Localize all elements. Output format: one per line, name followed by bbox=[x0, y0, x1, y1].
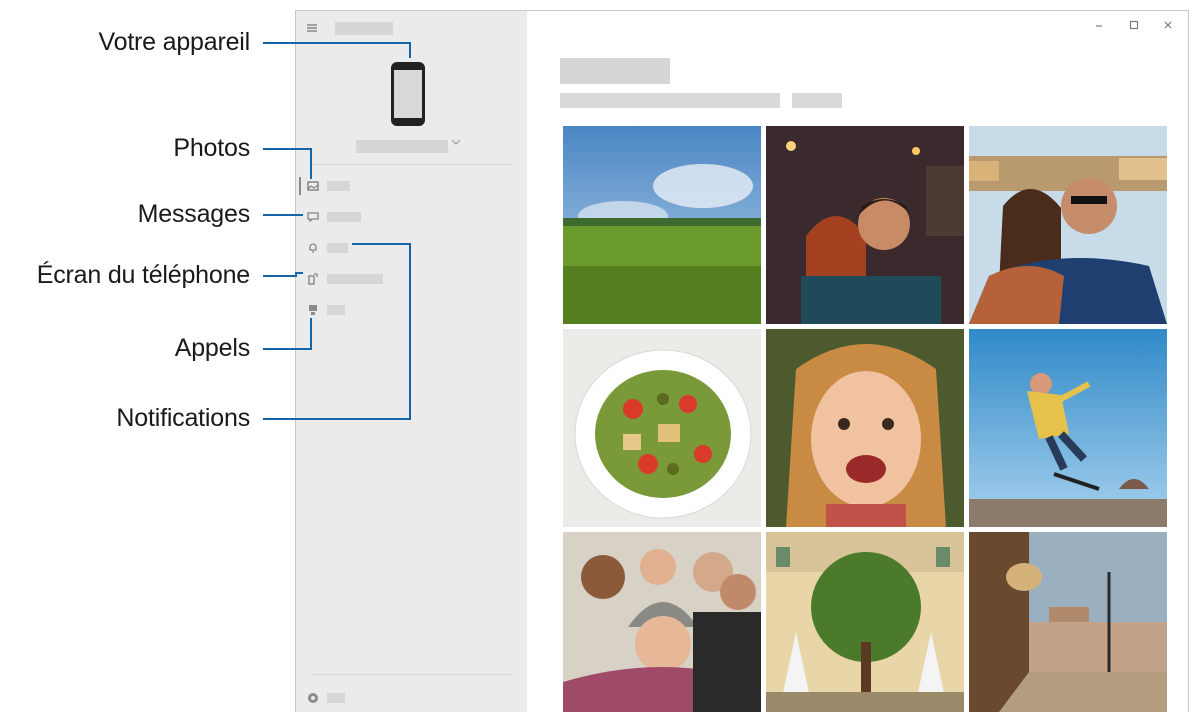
line-photos bbox=[263, 148, 312, 179]
line-device bbox=[263, 42, 411, 58]
line-calls bbox=[263, 318, 312, 350]
callout-lines bbox=[263, 42, 411, 420]
line-screen bbox=[263, 272, 303, 277]
line-notifications bbox=[263, 243, 411, 420]
